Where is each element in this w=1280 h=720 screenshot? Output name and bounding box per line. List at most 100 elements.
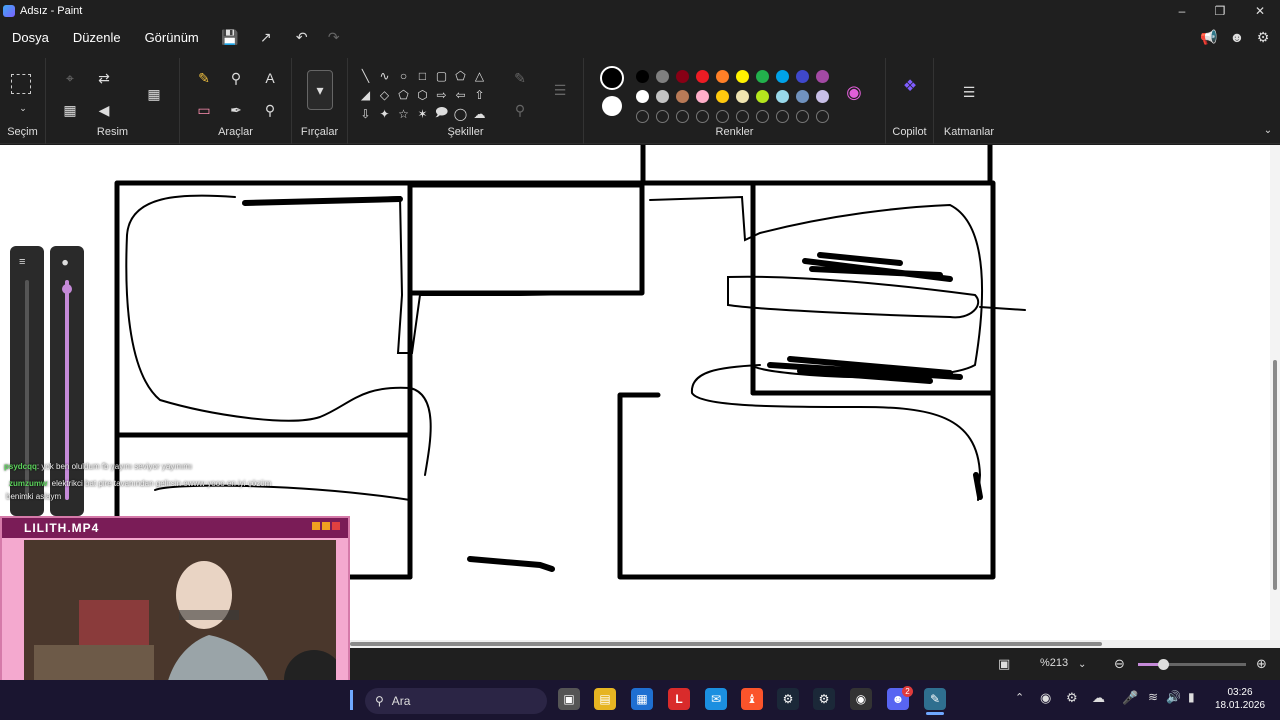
obs-icon[interactable]: ◉ [850,688,872,710]
outline-icon[interactable]: ✎ [508,66,532,90]
share-icon[interactable]: ↗ [253,24,279,50]
polygon-shape-icon[interactable]: ⬠ [451,66,470,85]
microphone-icon[interactable]: 🎤 [1122,690,1138,706]
taskbar-search-box[interactable]: ⚲ Ara [365,688,547,714]
menu-file[interactable]: Dosya [0,30,61,45]
opacity-thumb[interactable] [62,284,72,294]
color-swatch[interactable] [796,90,809,103]
crop-icon[interactable]: ⌖ [58,66,82,90]
menu-view[interactable]: Görünüm [133,30,211,45]
rounded-rectangle-shape-icon[interactable]: ▢ [432,66,451,85]
custom-color-slot[interactable] [716,110,729,123]
right-triangle-shape-icon[interactable]: ◢ [356,85,375,104]
save-icon[interactable]: 💾 [217,24,243,50]
triangle-shape-icon[interactable]: △ [470,66,489,85]
oval-callout-shape-icon[interactable]: ◯ [451,104,470,123]
fill-icon[interactable]: ⚲ [508,98,532,122]
color-swatch[interactable] [816,70,829,83]
color-swatch[interactable] [676,90,689,103]
color-swatch[interactable] [816,90,829,103]
chevron-down-icon[interactable]: ⌄ [11,96,35,120]
horizontal-scrollbar[interactable] [350,640,1280,648]
color-swatch[interactable] [676,70,689,83]
color-swatch[interactable] [716,70,729,83]
custom-color-slot[interactable] [696,110,709,123]
battery-icon[interactable]: ▮ [1188,690,1195,704]
vertical-scrollbar[interactable] [1270,145,1280,640]
rotate-icon[interactable]: ◀ [92,98,116,122]
right-arrow-shape-icon[interactable]: ⇨ [432,85,451,104]
outlook-icon[interactable]: ✉ [705,688,727,710]
layers-icon[interactable]: ☰ [957,80,981,104]
file-explorer-icon[interactable]: ▤ [594,688,616,710]
color-swatch[interactable] [796,70,809,83]
eraser-icon[interactable]: ▭ [192,98,216,122]
color-swatch[interactable] [636,70,649,83]
color-picker-icon[interactable]: ✒ [224,98,248,122]
left-arrow-shape-icon[interactable]: ⇦ [451,85,470,104]
color-swatch[interactable] [636,90,649,103]
oval-shape-icon[interactable]: ○ [394,66,413,85]
color-swatch[interactable] [696,90,709,103]
shapes-gallery[interactable]: ╲ ∿ ○ □ ▢ ⬠ △ ◢ ◇ ⬠ ⬡ ⇨ ⇦ ⇧ ⇩ ✦ ☆ ✶ 🗩 ◯ … [356,66,496,126]
horizontal-scroll-thumb[interactable] [350,642,1102,646]
settings-gear-icon[interactable]: ⚙ [1250,24,1276,50]
custom-color-slot[interactable] [796,110,809,123]
zoom-dropdown-chevron-icon[interactable]: ⌄ [1078,659,1086,670]
tray-steam-icon[interactable]: ⚙ [1066,690,1078,706]
fill-bucket-icon[interactable]: ⚲ [224,66,248,90]
hexagon-shape-icon[interactable]: ⬡ [413,85,432,104]
brush-size-slider[interactable]: ≡ [10,246,44,516]
color-swatch[interactable] [776,90,789,103]
l-app-icon[interactable]: L [668,688,690,710]
brave-browser-icon[interactable]: ♝ [741,688,763,710]
select-rectangle-icon[interactable] [11,74,31,94]
custom-color-slot[interactable] [736,110,749,123]
wifi-icon[interactable]: ≋ [1148,690,1158,704]
steam-icon[interactable]: ⚙ [777,688,799,710]
shape-size-icon[interactable]: ☰ [548,78,572,102]
opacity-slider[interactable]: ⚫ [50,246,84,516]
redo-icon[interactable]: ↷ [321,24,347,50]
down-arrow-shape-icon[interactable]: ⇩ [356,104,375,123]
color-swatch[interactable] [756,70,769,83]
restore-button[interactable]: ❐ [1200,0,1240,22]
steam-alt-icon[interactable]: ⚙ [813,688,835,710]
edit-colors-icon[interactable]: ◉ [842,80,866,104]
line-shape-icon[interactable]: ╲ [356,66,375,85]
task-view-icon[interactable]: ▣ [558,688,580,710]
curve-shape-icon[interactable]: ∿ [375,66,394,85]
color-swatch[interactable] [736,90,749,103]
zoom-slider-thumb[interactable] [1158,659,1169,670]
zoom-out-icon[interactable]: ⊖ [1114,656,1125,672]
custom-color-slot[interactable] [816,110,829,123]
image-generator-icon[interactable]: ▦ [142,82,166,106]
account-icon[interactable]: ☻ [1224,24,1250,50]
color-swatch[interactable] [716,90,729,103]
color-swatch[interactable] [736,70,749,83]
fit-to-window-icon[interactable]: ▣ [998,656,1010,672]
copilot-icon[interactable]: ❖ [898,74,922,98]
rectangle-shape-icon[interactable]: □ [413,66,432,85]
primary-color-swatch[interactable] [600,66,624,90]
menu-edit[interactable]: Düzenle [61,30,133,45]
custom-color-slot[interactable] [676,110,689,123]
undo-icon[interactable]: ↶ [289,24,315,50]
paint-taskbar-icon[interactable]: ✎ [924,688,946,710]
remove-background-icon[interactable]: ▦ [58,98,82,122]
pentagon-shape-icon[interactable]: ⬠ [394,85,413,104]
custom-color-slot[interactable] [776,110,789,123]
up-arrow-shape-icon[interactable]: ⇧ [470,85,489,104]
volume-icon[interactable]: 🔊 [1166,690,1181,704]
custom-color-slot[interactable] [636,110,649,123]
start-button-edge[interactable] [350,690,353,710]
color-swatch[interactable] [776,70,789,83]
tray-app-icon[interactable]: ◉ [1040,690,1051,706]
four-point-star-shape-icon[interactable]: ✦ [375,104,394,123]
feedback-icon[interactable]: 📢 [1196,24,1222,50]
tray-overflow-chevron-icon[interactable]: ⌃ [1015,691,1024,704]
collapse-ribbon-icon[interactable]: ⌄ [1256,118,1280,142]
custom-color-slot[interactable] [656,110,669,123]
cloud-callout-shape-icon[interactable]: ☁ [470,104,489,123]
six-point-star-shape-icon[interactable]: ✶ [413,104,432,123]
